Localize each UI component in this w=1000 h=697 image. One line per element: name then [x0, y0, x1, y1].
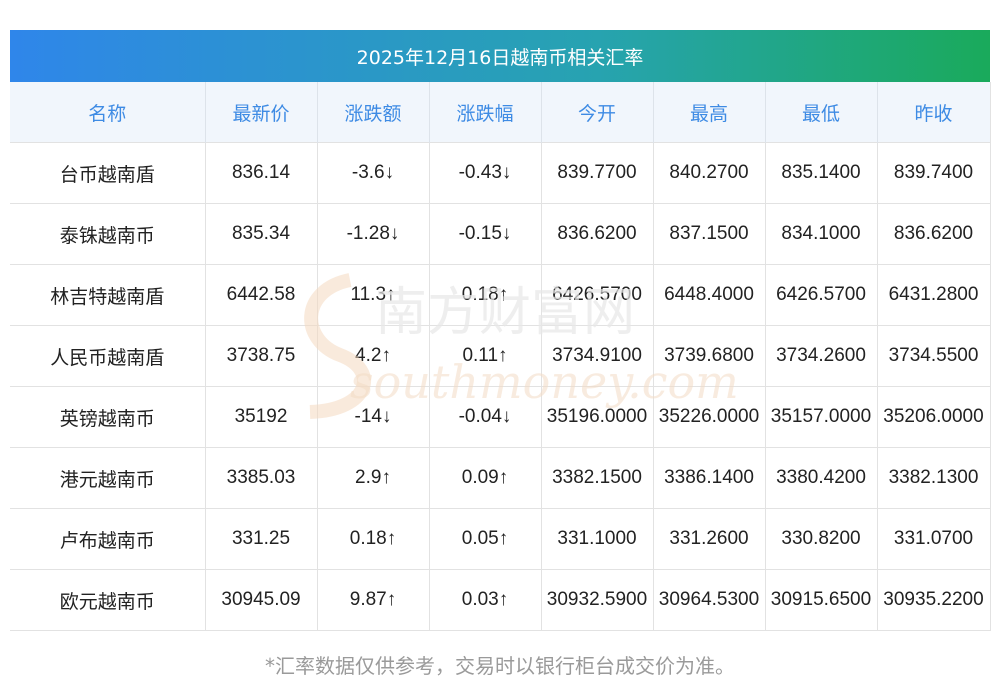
low-cell: 3380.4200 [765, 447, 878, 509]
currency-name-cell: 林吉特越南盾 [10, 264, 206, 326]
change-cell: -14↓ [317, 386, 430, 448]
change-pct-cell: 0.11↑ [429, 325, 542, 387]
table-header-row: 名称 最新价 涨跌额 涨跌幅 今开 最高 最低 昨收 [10, 82, 991, 143]
table-row: 台币越南盾 836.14 -3.6↓ -0.43↓ 839.7700 840.2… [10, 142, 991, 204]
change-cell: -3.6↓ [317, 142, 430, 204]
currency-name-cell: 人民币越南盾 [10, 325, 206, 387]
table-row: 英镑越南币 35192 -14↓ -0.04↓ 35196.0000 35226… [10, 386, 991, 448]
table-row: 人民币越南盾 3738.75 4.2↑ 0.11↑ 3734.9100 3739… [10, 325, 991, 387]
high-cell: 6448.4000 [653, 264, 766, 326]
open-cell: 35196.0000 [541, 386, 654, 448]
prev-close-cell: 35206.0000 [877, 386, 991, 448]
open-cell: 331.1000 [541, 508, 654, 570]
latest-price-cell: 3738.75 [205, 325, 318, 387]
page-title: 2025年12月16日越南币相关汇率 [10, 30, 990, 82]
currency-name-cell: 英镑越南币 [10, 386, 206, 448]
currency-name-cell: 台币越南盾 [10, 142, 206, 204]
high-cell: 840.2700 [653, 142, 766, 204]
low-cell: 6426.5700 [765, 264, 878, 326]
column-header-high: 最高 [653, 82, 766, 143]
column-header-low: 最低 [765, 82, 878, 143]
latest-price-cell: 331.25 [205, 508, 318, 570]
disclaimer-footnote: *汇率数据仅供参考，交易时以银行柜台成交价为准。 [265, 654, 735, 678]
low-cell: 330.8200 [765, 508, 878, 570]
currency-name-cell: 港元越南币 [10, 447, 206, 509]
column-header-prev-close: 昨收 [877, 82, 991, 143]
prev-close-cell: 836.6200 [877, 203, 991, 265]
latest-price-cell: 3385.03 [205, 447, 318, 509]
open-cell: 3734.9100 [541, 325, 654, 387]
high-cell: 331.2600 [653, 508, 766, 570]
change-cell: 2.9↑ [317, 447, 430, 509]
prev-close-cell: 6431.2800 [877, 264, 991, 326]
currency-name-cell: 卢布越南币 [10, 508, 206, 570]
change-pct-cell: -0.15↓ [429, 203, 542, 265]
prev-close-cell: 839.7400 [877, 142, 991, 204]
low-cell: 834.1000 [765, 203, 878, 265]
change-cell: 4.2↑ [317, 325, 430, 387]
table-row: 卢布越南币 331.25 0.18↑ 0.05↑ 331.1000 331.26… [10, 508, 991, 570]
column-header-name: 名称 [10, 82, 206, 143]
change-pct-cell: 0.09↑ [429, 447, 542, 509]
table-row: 欧元越南币 30945.09 9.87↑ 0.03↑ 30932.5900 30… [10, 569, 991, 631]
latest-price-cell: 836.14 [205, 142, 318, 204]
open-cell: 836.6200 [541, 203, 654, 265]
table-row: 泰铢越南币 835.34 -1.28↓ -0.15↓ 836.6200 837.… [10, 203, 991, 265]
exchange-rate-table: 名称 最新价 涨跌额 涨跌幅 今开 最高 最低 昨收 台币越南盾 836.14 … [10, 82, 991, 631]
column-header-change-pct: 涨跌幅 [429, 82, 542, 143]
table-row: 林吉特越南盾 6442.58 11.3↑ 0.18↑ 6426.5700 644… [10, 264, 991, 326]
latest-price-cell: 6442.58 [205, 264, 318, 326]
high-cell: 35226.0000 [653, 386, 766, 448]
prev-close-cell: 3734.5500 [877, 325, 991, 387]
open-cell: 839.7700 [541, 142, 654, 204]
change-pct-cell: 0.05↑ [429, 508, 542, 570]
change-pct-cell: 0.18↑ [429, 264, 542, 326]
column-header-change: 涨跌额 [317, 82, 430, 143]
prev-close-cell: 331.0700 [877, 508, 991, 570]
change-pct-cell: 0.03↑ [429, 569, 542, 631]
change-pct-cell: -0.04↓ [429, 386, 542, 448]
low-cell: 30915.6500 [765, 569, 878, 631]
low-cell: 835.1400 [765, 142, 878, 204]
open-cell: 6426.5700 [541, 264, 654, 326]
low-cell: 3734.2600 [765, 325, 878, 387]
high-cell: 30964.5300 [653, 569, 766, 631]
high-cell: 3739.6800 [653, 325, 766, 387]
table-row: 港元越南币 3385.03 2.9↑ 0.09↑ 3382.1500 3386.… [10, 447, 991, 509]
change-cell: -1.28↓ [317, 203, 430, 265]
high-cell: 3386.1400 [653, 447, 766, 509]
prev-close-cell: 3382.1300 [877, 447, 991, 509]
low-cell: 35157.0000 [765, 386, 878, 448]
latest-price-cell: 30945.09 [205, 569, 318, 631]
high-cell: 837.1500 [653, 203, 766, 265]
prev-close-cell: 30935.2200 [877, 569, 991, 631]
change-cell: 9.87↑ [317, 569, 430, 631]
latest-price-cell: 835.34 [205, 203, 318, 265]
currency-name-cell: 欧元越南币 [10, 569, 206, 631]
change-cell: 11.3↑ [317, 264, 430, 326]
change-cell: 0.18↑ [317, 508, 430, 570]
open-cell: 3382.1500 [541, 447, 654, 509]
currency-name-cell: 泰铢越南币 [10, 203, 206, 265]
change-pct-cell: -0.43↓ [429, 142, 542, 204]
column-header-open: 今开 [541, 82, 654, 143]
latest-price-cell: 35192 [205, 386, 318, 448]
open-cell: 30932.5900 [541, 569, 654, 631]
column-header-latest: 最新价 [205, 82, 318, 143]
